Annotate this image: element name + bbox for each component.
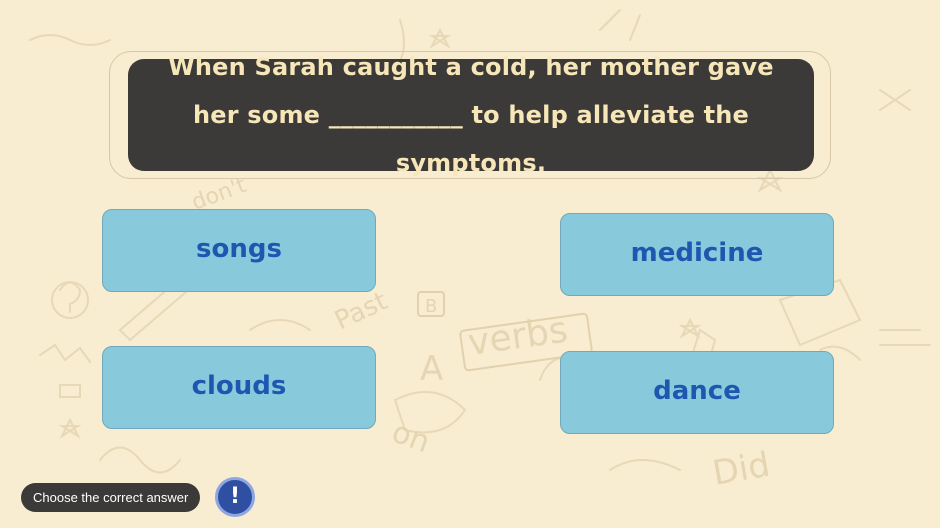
question-box: When Sarah caught a cold, her mother gav… (128, 53, 814, 177)
instruction-pill: Choose the correct answer (21, 483, 201, 512)
answer-label: songs (196, 233, 282, 264)
exclamation-icon: ! (229, 484, 241, 509)
answer-label: clouds (191, 370, 287, 401)
doodle-word-past: Past (330, 286, 392, 336)
answer-label: medicine (630, 237, 764, 268)
answer-label: dance (653, 375, 741, 406)
answer-option-medicine[interactable]: medicine (560, 213, 834, 296)
hint-button[interactable]: ! (215, 477, 255, 517)
doodle-letter-a: A (420, 349, 443, 389)
question-text: When Sarah caught a cold, her mother gav… (168, 53, 774, 177)
doodle-word-on: on (387, 415, 434, 461)
doodle-word-did: Did (710, 445, 773, 494)
answer-option-songs[interactable]: songs (102, 209, 376, 292)
answer-option-dance[interactable]: dance (560, 351, 834, 434)
doodle-letter-b: B (425, 296, 437, 317)
answer-option-clouds[interactable]: clouds (102, 346, 376, 429)
